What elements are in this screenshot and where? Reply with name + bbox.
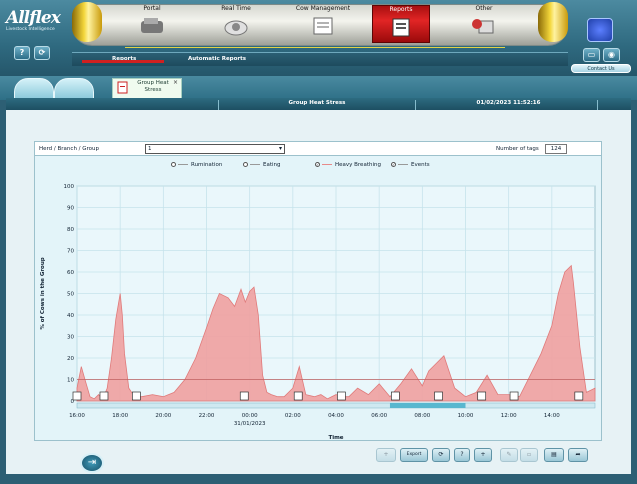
report-datetime: 01/02/2023 11:52:16 bbox=[420, 100, 598, 110]
realtime-icon bbox=[224, 20, 248, 36]
chevron-down-icon: ▾ bbox=[278, 145, 282, 152]
event-marker-icon bbox=[574, 391, 584, 401]
edit-button[interactable]: ✎ bbox=[500, 448, 518, 462]
x-tick-label: 14:00 bbox=[544, 413, 560, 419]
refresh-button[interactable]: ⟳ bbox=[432, 448, 450, 462]
menu-portal-label: Portal bbox=[143, 5, 161, 12]
report-tab-icon bbox=[117, 81, 128, 94]
y-tick-label: 20 bbox=[67, 356, 74, 362]
menu-reports[interactable]: Reports bbox=[372, 5, 430, 43]
tab-label: Group Heat Stress bbox=[137, 80, 169, 93]
x-date-label: 31/01/2023 bbox=[234, 421, 266, 427]
menu-divider-line bbox=[125, 47, 505, 48]
filter-bar: Herd / Branch / Group 1 ▾ Number of tags… bbox=[35, 142, 601, 156]
help-toolbar-button[interactable]: ? bbox=[454, 448, 470, 462]
contact-us-button[interactable]: Contact Us bbox=[571, 64, 631, 73]
chart-scrollbar-thumb bbox=[389, 403, 466, 408]
allflex-logo: Allflex Livestock Intelligence bbox=[6, 8, 64, 38]
x-tick-label: 20:00 bbox=[155, 413, 171, 419]
x-tick-label: 08:00 bbox=[414, 413, 430, 419]
home-tab-icon[interactable] bbox=[14, 78, 54, 100]
report-title: Group Heat Stress bbox=[218, 100, 416, 110]
sub-menu-bar: Reports Automatic Reports bbox=[72, 52, 568, 66]
menu-real-time[interactable]: Real Time bbox=[196, 5, 276, 43]
x-tick-label: 12:00 bbox=[501, 413, 517, 419]
screen-icon[interactable]: ▭ bbox=[583, 48, 600, 62]
event-marker-icon bbox=[509, 391, 519, 401]
event-marker-icon bbox=[99, 391, 109, 401]
exit-app-icon[interactable]: ◉ bbox=[603, 48, 620, 62]
help-button[interactable]: ? bbox=[14, 46, 30, 60]
y-tick-label: 60 bbox=[67, 270, 74, 276]
submenu-automatic-reports[interactable]: Automatic Reports bbox=[188, 56, 246, 62]
add-row-button[interactable]: + bbox=[376, 448, 396, 462]
x-tick-label: 10:00 bbox=[458, 413, 474, 419]
menu-cow-management-label: Cow Management bbox=[295, 5, 351, 12]
y-tick-label: 40 bbox=[67, 313, 74, 319]
alarm-bell-icon[interactable] bbox=[587, 18, 613, 42]
event-marker-icon bbox=[72, 391, 82, 401]
event-marker-icon bbox=[293, 391, 303, 401]
menu-real-time-label: Real Time bbox=[221, 5, 251, 12]
x-tick-label: 02:00 bbox=[285, 413, 301, 419]
x-tick-label: 18:00 bbox=[112, 413, 128, 419]
event-marker-icon bbox=[434, 391, 443, 401]
y-tick-label: 10 bbox=[67, 378, 74, 384]
settings-button[interactable]: ⟳ bbox=[34, 46, 50, 60]
submenu-active-indicator bbox=[82, 60, 164, 63]
y-tick-label: 90 bbox=[67, 206, 74, 212]
close-tab-icon[interactable]: × bbox=[173, 79, 178, 86]
send-button[interactable]: ➦ bbox=[568, 448, 588, 462]
tags-count-field[interactable]: 124 bbox=[545, 144, 567, 154]
x-axis-label: Time bbox=[328, 435, 343, 441]
herd-select-value: 1 bbox=[148, 146, 152, 152]
x-tick-label: 00:00 bbox=[242, 413, 258, 419]
menu-other-label: Other bbox=[475, 5, 493, 12]
reports-icon bbox=[392, 18, 410, 37]
x-tick-label: 22:00 bbox=[199, 413, 215, 419]
list-tab-icon[interactable] bbox=[54, 78, 94, 100]
add-button[interactable]: + bbox=[474, 448, 492, 462]
delete-button[interactable]: ▫ bbox=[520, 448, 538, 462]
x-tick-label: 04:00 bbox=[328, 413, 344, 419]
event-marker-icon bbox=[132, 391, 141, 401]
herd-label: Herd / Branch / Group bbox=[39, 146, 100, 152]
menu-reports-label: Reports bbox=[389, 6, 413, 13]
chart-area: Rumination Eating ✓ Heavy Breathing ✓ Even… bbox=[35, 156, 601, 441]
event-marker-icon bbox=[239, 391, 249, 401]
menu-other[interactable]: Other bbox=[434, 5, 534, 43]
tab-group-heat-stress[interactable]: Group Heat Stress × bbox=[112, 78, 182, 98]
menu-right-cap bbox=[538, 2, 568, 42]
herd-select[interactable]: 1 ▾ bbox=[145, 144, 285, 154]
y-tick-label: 100 bbox=[64, 184, 75, 190]
y-tick-label: 50 bbox=[67, 292, 74, 298]
y-axis-label: % of Cows in the Group bbox=[40, 257, 46, 329]
menu-left-cap bbox=[72, 2, 102, 42]
tab-row: Group Heat Stress × ▸▸ bbox=[0, 76, 637, 168]
export-button[interactable]: Export bbox=[400, 448, 428, 462]
event-marker-icon bbox=[337, 391, 346, 401]
portal-icon bbox=[141, 18, 163, 33]
heat-stress-chart: 010203040506070809010016:00 18:00 20:00 22:… bbox=[40, 184, 596, 441]
other-icon bbox=[472, 19, 494, 34]
event-marker-icon bbox=[391, 391, 400, 401]
menu-cow-management[interactable]: Cow Management bbox=[276, 5, 370, 43]
y-tick-label: 30 bbox=[67, 335, 74, 341]
chart-scrollbar bbox=[76, 402, 596, 409]
menu-portal[interactable]: Portal bbox=[108, 5, 196, 43]
report-header: Group Heat Stress 01/02/2023 11:52:16 bbox=[6, 98, 631, 110]
brand-name: Allflex bbox=[6, 8, 61, 28]
x-tick-label: 06:00 bbox=[371, 413, 387, 419]
y-tick-label: 80 bbox=[67, 227, 74, 233]
x-tick-label: 16:00 bbox=[69, 413, 85, 419]
report-content: Herd / Branch / Group 1 ▾ Number of tags… bbox=[34, 141, 602, 441]
cow-management-icon bbox=[313, 17, 333, 35]
y-tick-label: 70 bbox=[67, 249, 74, 255]
bottom-toolbar: + Export ⟳ ? + ✎ ▫ ▤ ➦ bbox=[360, 448, 600, 464]
event-marker-icon bbox=[477, 391, 487, 401]
print-button[interactable]: ▤ bbox=[544, 448, 564, 462]
tags-label: Number of tags bbox=[496, 146, 539, 152]
exit-report-button[interactable]: ⇥ bbox=[80, 453, 104, 473]
top-header: Allflex Livestock Intelligence ? ⟳ Porta… bbox=[0, 0, 637, 76]
